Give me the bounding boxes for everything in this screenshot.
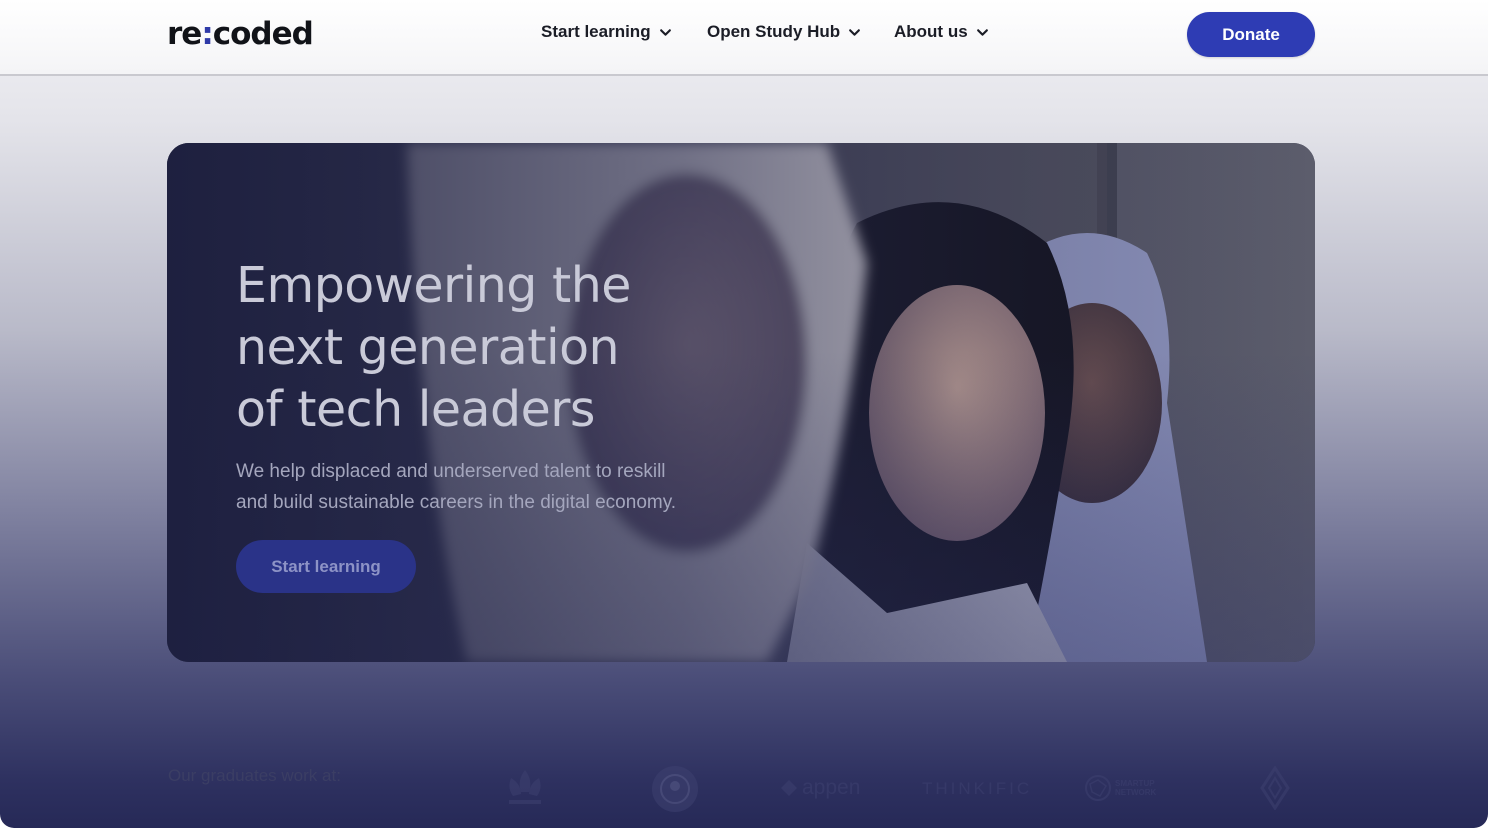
nav-about-us[interactable]: About us [894, 22, 989, 42]
renault-logo-icon [1260, 766, 1290, 810]
nav-about-us-label: About us [894, 22, 968, 41]
nav-start-learning-label: Start learning [541, 22, 651, 41]
site-header: re:coded Start learning Open Study Hub A… [0, 0, 1488, 76]
donate-button[interactable]: Donate [1187, 12, 1315, 57]
hero-title-line: next generation [236, 319, 620, 376]
nav-start-learning[interactable]: Start learning [541, 22, 672, 42]
hero-card: Empowering the next generation of tech l… [167, 143, 1315, 662]
hero-subtitle-line: and build sustainable careers in the dig… [236, 492, 677, 513]
starbucks-logo-icon [652, 766, 698, 812]
chevron-down-icon [849, 28, 861, 36]
adidas-logo-icon [509, 770, 541, 804]
hero-subtitle-line: We help displaced and underserved talent… [236, 461, 666, 482]
hero-start-learning-button[interactable]: Start learning [236, 540, 416, 593]
hero-title-line: Empowering the [236, 257, 631, 314]
hero-subtitle: We help displaced and underserved talent… [236, 456, 736, 518]
thinkific-logo: THINKIFIC [922, 779, 1033, 798]
smartup-network-logo-icon [1085, 775, 1111, 801]
nav-open-study-hub[interactable]: Open Study Hub [707, 22, 861, 42]
appen-logo: appen [780, 776, 860, 800]
nav-open-study-hub-label: Open Study Hub [707, 22, 841, 41]
chevron-down-icon [976, 28, 988, 36]
smartup-network-wordmark: SMARTUP NETWORK [1115, 779, 1157, 797]
chevron-down-icon [659, 28, 671, 36]
appen-logo-icon [781, 780, 797, 796]
graduates-label: Our graduates work at: [168, 766, 341, 785]
page-frame: re:coded Start learning Open Study Hub A… [0, 0, 1488, 828]
hero-title: Empowering the next generation of tech l… [236, 255, 756, 441]
appen-wordmark: appen [802, 776, 861, 799]
smartup-network-logo: SMARTUP NETWORK [1084, 774, 1165, 802]
hero-title-line: of tech leaders [236, 381, 595, 438]
